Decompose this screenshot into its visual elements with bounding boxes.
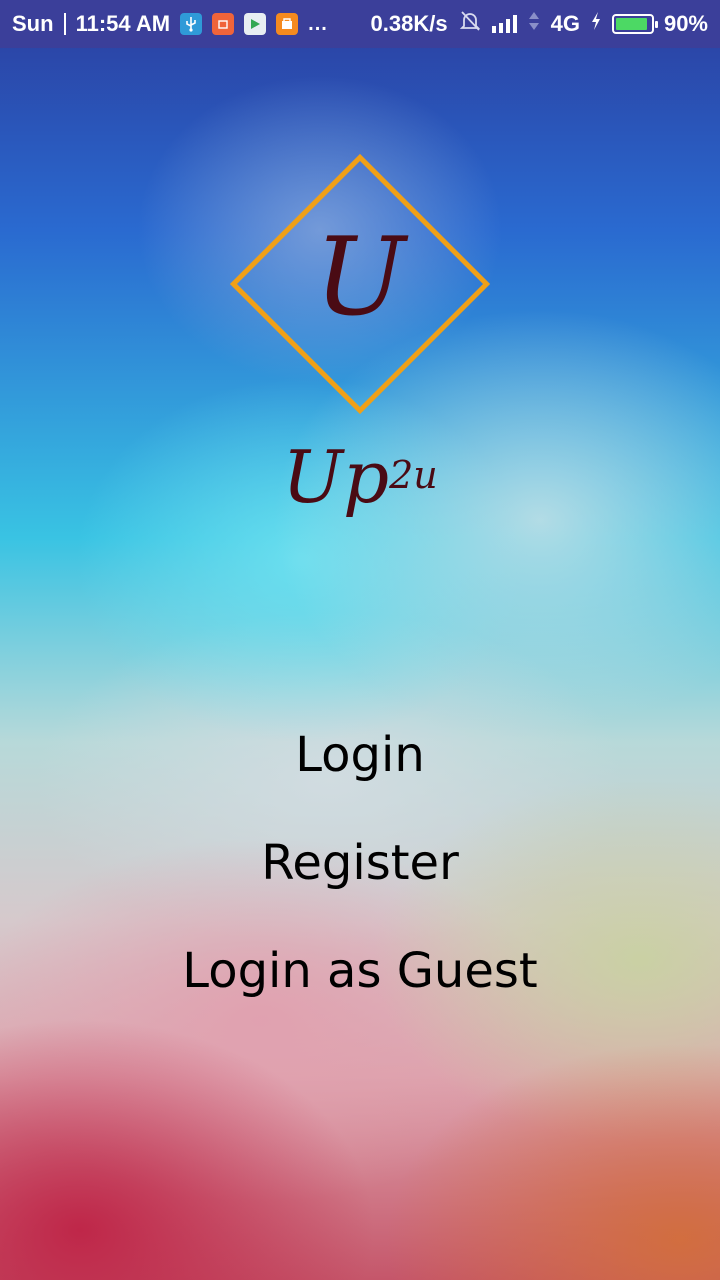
status-separator xyxy=(63,13,66,35)
brand-wordmark: Up2u xyxy=(210,420,510,530)
login-as-guest-button[interactable]: Login as Guest xyxy=(150,916,570,1024)
play-store-icon xyxy=(244,13,267,35)
status-day: Sun xyxy=(12,11,54,36)
battery-level-fill xyxy=(615,18,647,30)
silent-bell-icon xyxy=(458,9,482,39)
signal-strength-icon xyxy=(491,15,517,33)
network-speed: 0.38K/s xyxy=(370,11,448,36)
logo-letter: U xyxy=(314,215,406,340)
charging-icon xyxy=(590,11,602,37)
mi-icon xyxy=(212,13,235,35)
battery-icon xyxy=(611,14,658,34)
status-bar: Sun 11:54 AM ... 0.38K/s 4G 90% xyxy=(0,0,720,48)
brand-superscript: 2u xyxy=(389,453,438,497)
more-notifications: ... xyxy=(308,12,328,35)
login-button[interactable]: Login xyxy=(150,700,570,808)
network-type: 4G xyxy=(550,11,580,36)
brand-main: Up xyxy=(282,435,390,519)
shop-icon xyxy=(276,13,299,35)
usb-icon xyxy=(180,13,203,35)
status-bar-right: 0.38K/s 4G 90% xyxy=(371,0,708,48)
status-time: 11:54 AM xyxy=(75,11,171,36)
register-button[interactable]: Register xyxy=(150,808,570,916)
auth-menu: Login Register Login as Guest xyxy=(0,700,720,1024)
status-bar-left: Sun 11:54 AM ... xyxy=(12,0,328,48)
data-arrows-icon xyxy=(527,10,541,38)
battery-percent: 90% xyxy=(663,11,708,36)
